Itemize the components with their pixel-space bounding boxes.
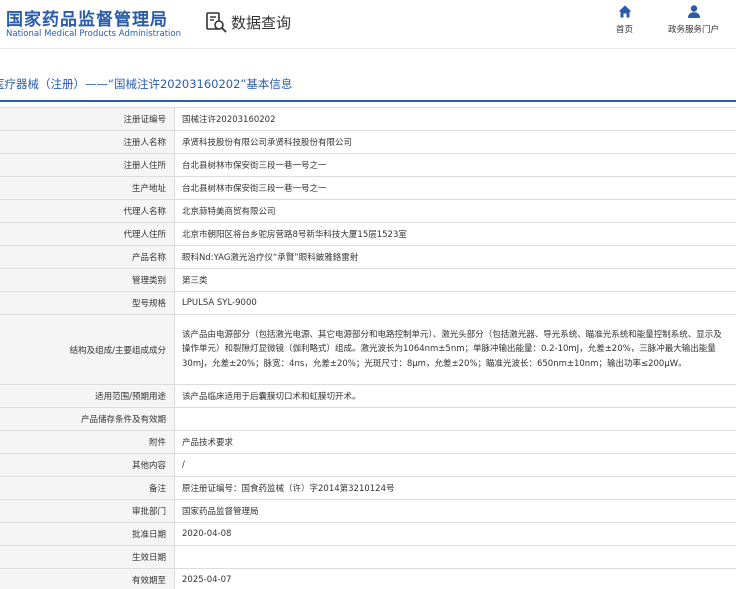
field-label: 其他内容 — [0, 454, 175, 476]
table-row: 有效期至 2025-04-07 — [0, 569, 736, 589]
table-row: 代理人名称 北京蒜特美商贸有限公司 — [0, 200, 736, 223]
field-value: 该产品由电源部分（包括激光电源、其它电源部分和电路控制单元）、激光头部分（包括激… — [182, 329, 722, 369]
field-value: 国械注许20203160202 — [182, 115, 276, 125]
site-logo-cn[interactable]: 国家药品监督管理局 — [6, 5, 168, 30]
field-label: 注册人名称 — [0, 131, 175, 153]
table-row: 注册人名称 承贤科技股份有限公司承贤科技股份有限公司 — [0, 131, 736, 154]
detail-table: 注册证编号 国械注许20203160202 注册人名称 承贤科技股份有限公司承贤科技… — [0, 107, 736, 589]
table-row: 注册证编号 国械注许20203160202 — [0, 108, 736, 131]
field-value: 2025-04-07 — [182, 575, 232, 585]
data-query-label: 数据查询 — [231, 13, 292, 32]
field-label: 生产地址 — [0, 177, 175, 199]
field-value: 国家药品监督管理局 — [182, 507, 259, 517]
table-row: 批准日期 2020-04-08 — [0, 523, 736, 546]
home-icon — [618, 5, 631, 18]
site-logo-en[interactable]: National Medical Products Administration — [6, 29, 181, 39]
search-document-icon — [206, 12, 227, 33]
field-value: 北京市朝阳区将台乡驼房营路8号新华科技大厦15层1523室 — [182, 230, 407, 240]
table-row: 代理人住所 北京市朝阳区将台乡驼房营路8号新华科技大厦15层1523室 — [0, 223, 736, 246]
table-row: 生效日期 — [0, 546, 736, 569]
nav-service-portal-label: 政务服务门户 — [668, 25, 720, 35]
field-label: 管理类别 — [0, 269, 175, 291]
field-label: 产品名称 — [0, 246, 175, 268]
field-label: 适用范围/预期用途 — [0, 385, 175, 407]
table-row: 适用范围/预期用途 该产品临床适用于后囊膜切口术和虹膜切开术。 — [0, 385, 736, 408]
nav-home-label: 首页 — [616, 25, 634, 35]
field-value — [175, 408, 736, 430]
field-label: 结构及组成/主要组成成分 — [0, 315, 175, 384]
field-label: 型号规格 — [0, 292, 175, 314]
nav-home[interactable]: 首页 — [616, 5, 633, 35]
field-value: LPULSA SYL-9000 — [182, 298, 257, 308]
field-label: 有效期至 — [0, 569, 175, 589]
field-value: 台北县树林市保安街三段一巷一号之一 — [182, 184, 327, 194]
field-label: 代理人住所 — [0, 223, 175, 245]
field-value: 产品技术要求 — [182, 438, 234, 448]
data-query-link[interactable]: 数据查询 — [205, 10, 291, 34]
table-row: 备注 原注册证编号：国食药监械（许）字2014第3210124号 — [0, 477, 736, 500]
table-row: 其他内容 / — [0, 454, 736, 477]
field-value: 眼科Nd:YAG激光治疗仪“承賢”眼科鈹雅鉻雷射 — [182, 253, 359, 263]
table-row: 产品储存条件及有效期 — [0, 408, 736, 431]
table-row: 产品名称 眼科Nd:YAG激光治疗仪“承賢”眼科鈹雅鉻雷射 — [0, 246, 736, 269]
field-value: 原注册证编号：国食药监械（许）字2014第3210124号 — [182, 484, 395, 494]
table-row: 生产地址 台北县树林市保安街三段一巷一号之一 — [0, 177, 736, 200]
field-value: 承贤科技股份有限公司承贤科技股份有限公司 — [182, 138, 353, 148]
site-header: 国家药品监督管理局 National Medical Products Admi… — [0, 0, 736, 48]
field-value: 该产品临床适用于后囊膜切口术和虹膜切开术。 — [182, 392, 361, 402]
field-value: 台北县树林市保安街三段一巷一号之一 — [182, 161, 327, 171]
field-label: 审批部门 — [0, 500, 175, 522]
field-value: 第三类 — [182, 276, 208, 286]
field-label: 注册证编号 — [0, 108, 175, 130]
table-row: 型号规格 LPULSA SYL-9000 — [0, 292, 736, 315]
user-icon — [687, 5, 700, 18]
field-label: 批准日期 — [0, 523, 175, 545]
table-row: 管理类别 第三类 — [0, 269, 736, 292]
field-value — [175, 546, 736, 568]
field-value: 2020-04-08 — [182, 529, 232, 539]
header-divider — [0, 48, 736, 49]
field-value: / — [182, 460, 185, 470]
field-label: 注册人住所 — [0, 154, 175, 176]
table-row: 注册人住所 台北县树林市保安街三段一巷一号之一 — [0, 154, 736, 177]
title-rule — [0, 100, 736, 102]
table-row: 审批部门 国家药品监督管理局 — [0, 500, 736, 523]
page-title: 医疗器械（注册）——“国械注许20203160202”基本信息 — [0, 77, 293, 91]
table-row: 结构及组成/主要组成成分 该产品由电源部分（包括激光电源、其它电源部分和电路控制单… — [0, 315, 736, 385]
field-value: 北京蒜特美商贸有限公司 — [182, 207, 276, 217]
table-row: 附件 产品技术要求 — [0, 431, 736, 454]
field-label: 附件 — [0, 431, 175, 453]
nav-service-portal[interactable]: 政务服务门户 — [668, 5, 719, 35]
field-label: 备注 — [0, 477, 175, 499]
field-label: 产品储存条件及有效期 — [0, 408, 175, 430]
field-label: 代理人名称 — [0, 200, 175, 222]
field-label: 生效日期 — [0, 546, 175, 568]
